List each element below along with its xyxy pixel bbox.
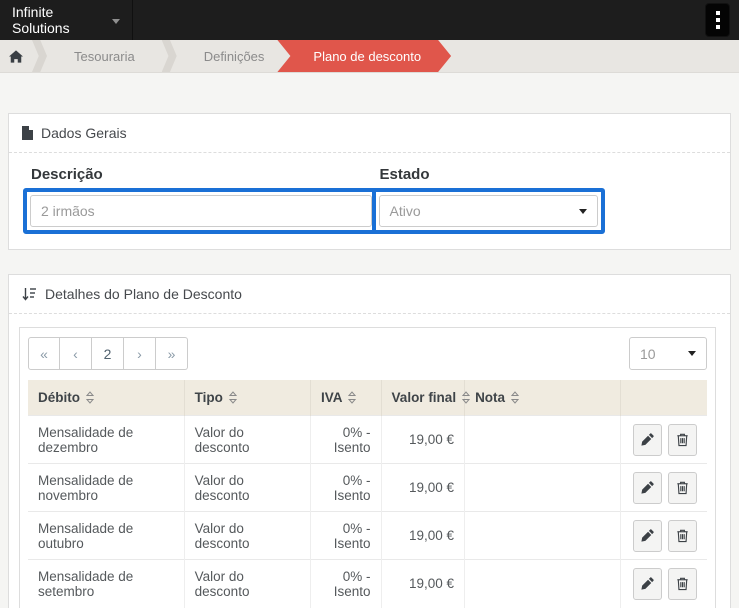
sort-icon xyxy=(229,391,237,404)
kebab-menu-button[interactable] xyxy=(705,3,730,37)
descricao-label: Descrição xyxy=(23,166,368,183)
cell-nota xyxy=(465,560,621,608)
cell-valor-final: 19,00 € xyxy=(381,512,465,560)
column-header-valor-final[interactable]: Valor final xyxy=(381,380,465,416)
detalhes-header: Detalhes do Plano de Desconto xyxy=(9,275,730,314)
breadcrumb-item-plano-de-desconto[interactable]: Plano de desconto xyxy=(277,40,451,72)
cell-nota xyxy=(465,512,621,560)
current-page-button[interactable]: 2 xyxy=(92,337,124,370)
cell-valor-final: 19,00 € xyxy=(381,416,465,464)
page-size-value: 10 xyxy=(640,346,656,362)
edit-row-button[interactable] xyxy=(633,568,662,600)
chevron-down-icon xyxy=(579,209,587,214)
brand-menu[interactable]: Infinite Solutions xyxy=(0,0,133,40)
breadcrumb-separator xyxy=(32,40,47,72)
column-header-nota[interactable]: Nota xyxy=(465,380,621,416)
estado-select[interactable]: Ativo xyxy=(379,195,598,227)
column-header-iva[interactable]: IVA xyxy=(310,380,381,416)
chevron-down-icon xyxy=(688,351,696,356)
trash-icon xyxy=(675,432,690,447)
breadcrumb-item-tesouraria[interactable]: Tesouraria xyxy=(47,40,162,72)
delete-row-button[interactable] xyxy=(668,568,697,600)
descricao-input[interactable] xyxy=(30,195,372,227)
last-page-button[interactable]: » xyxy=(156,337,188,370)
delete-row-button[interactable] xyxy=(668,472,697,504)
cell-valor-final: 19,00 € xyxy=(381,560,465,608)
sort-amount-icon xyxy=(22,287,37,301)
edit-row-button[interactable] xyxy=(633,520,662,552)
column-header-actions xyxy=(621,380,707,416)
table-row: Mensalidade de novembro Valor do descont… xyxy=(28,464,707,512)
sort-icon xyxy=(86,391,94,404)
trash-icon xyxy=(675,480,690,495)
column-header-debito[interactable]: Débito xyxy=(28,380,184,416)
edit-row-button[interactable] xyxy=(633,424,662,456)
sort-icon xyxy=(511,391,519,404)
table-container: « ‹ 2 › » 10 xyxy=(19,327,716,608)
panel-title: Detalhes do Plano de Desconto xyxy=(45,286,242,302)
edit-row-button[interactable] xyxy=(633,472,662,504)
brand-label: Infinite Solutions xyxy=(12,4,104,36)
table-header-row: Débito Tipo IVA Valor final Nota xyxy=(28,380,707,416)
cell-debito: Mensalidade de dezembro xyxy=(28,416,184,464)
cell-valor-final: 19,00 € xyxy=(381,464,465,512)
estado-highlight-ring: Ativo xyxy=(372,188,605,234)
estado-field-group: Estado Ativo xyxy=(368,166,717,234)
delete-row-button[interactable] xyxy=(668,424,697,456)
breadcrumb-separator xyxy=(162,40,177,72)
first-page-button[interactable]: « xyxy=(28,337,60,370)
breadcrumb-item-definicoes[interactable]: Definições xyxy=(177,40,292,72)
cell-debito: Mensalidade de setembro xyxy=(28,560,184,608)
estado-selected-value: Ativo xyxy=(390,203,421,219)
cell-iva: 0% - Isento xyxy=(310,464,381,512)
pencil-icon xyxy=(640,576,655,591)
table-body: Mensalidade de dezembro Valor do descont… xyxy=(28,416,707,608)
estado-label: Estado xyxy=(372,166,717,183)
table-row: Mensalidade de outubro Valor do desconto… xyxy=(28,512,707,560)
pencil-icon xyxy=(640,432,655,447)
cell-tipo: Valor do desconto xyxy=(184,512,310,560)
top-bar: Infinite Solutions xyxy=(0,0,739,40)
page-content: Dados Gerais Descrição Estado Ativo xyxy=(0,73,739,608)
sort-icon xyxy=(462,391,470,404)
breadcrumb: Tesouraria Definições Plano de desconto xyxy=(0,40,739,73)
file-icon xyxy=(22,126,33,140)
dados-gerais-panel: Dados Gerais Descrição Estado Ativo xyxy=(8,113,731,250)
sort-icon xyxy=(348,391,356,404)
trash-icon xyxy=(675,528,690,543)
cell-tipo: Valor do desconto xyxy=(184,464,310,512)
discount-details-table: Débito Tipo IVA Valor final Nota Mensali… xyxy=(28,380,707,608)
page-size-select[interactable]: 10 xyxy=(629,337,707,370)
prev-page-button[interactable]: ‹ xyxy=(60,337,92,370)
cell-debito: Mensalidade de novembro xyxy=(28,464,184,512)
cell-debito: Mensalidade de outubro xyxy=(28,512,184,560)
cell-nota xyxy=(465,416,621,464)
trash-icon xyxy=(675,576,690,591)
table-row: Mensalidade de dezembro Valor do descont… xyxy=(28,416,707,464)
pencil-icon xyxy=(640,528,655,543)
cell-iva: 0% - Isento xyxy=(310,560,381,608)
pagination: « ‹ 2 › » xyxy=(28,337,188,370)
home-icon xyxy=(9,50,23,63)
descricao-field-group: Descrição xyxy=(19,166,368,234)
panel-title: Dados Gerais xyxy=(41,125,127,141)
dados-gerais-header: Dados Gerais xyxy=(9,114,730,153)
cell-nota xyxy=(465,464,621,512)
pencil-icon xyxy=(640,480,655,495)
table-row: Mensalidade de setembro Valor do descont… xyxy=(28,560,707,608)
column-header-tipo[interactable]: Tipo xyxy=(184,380,310,416)
descricao-highlight-ring xyxy=(23,188,379,234)
home-breadcrumb-link[interactable] xyxy=(0,40,32,72)
table-toolbar: « ‹ 2 › » 10 xyxy=(28,337,707,370)
cell-tipo: Valor do desconto xyxy=(184,560,310,608)
cell-iva: 0% - Isento xyxy=(310,416,381,464)
cell-tipo: Valor do desconto xyxy=(184,416,310,464)
detalhes-panel: Detalhes do Plano de Desconto « ‹ 2 › » … xyxy=(8,274,731,608)
kebab-menu-icon xyxy=(716,11,720,15)
cell-iva: 0% - Isento xyxy=(310,512,381,560)
delete-row-button[interactable] xyxy=(668,520,697,552)
next-page-button[interactable]: › xyxy=(124,337,156,370)
chevron-down-icon xyxy=(112,19,120,24)
